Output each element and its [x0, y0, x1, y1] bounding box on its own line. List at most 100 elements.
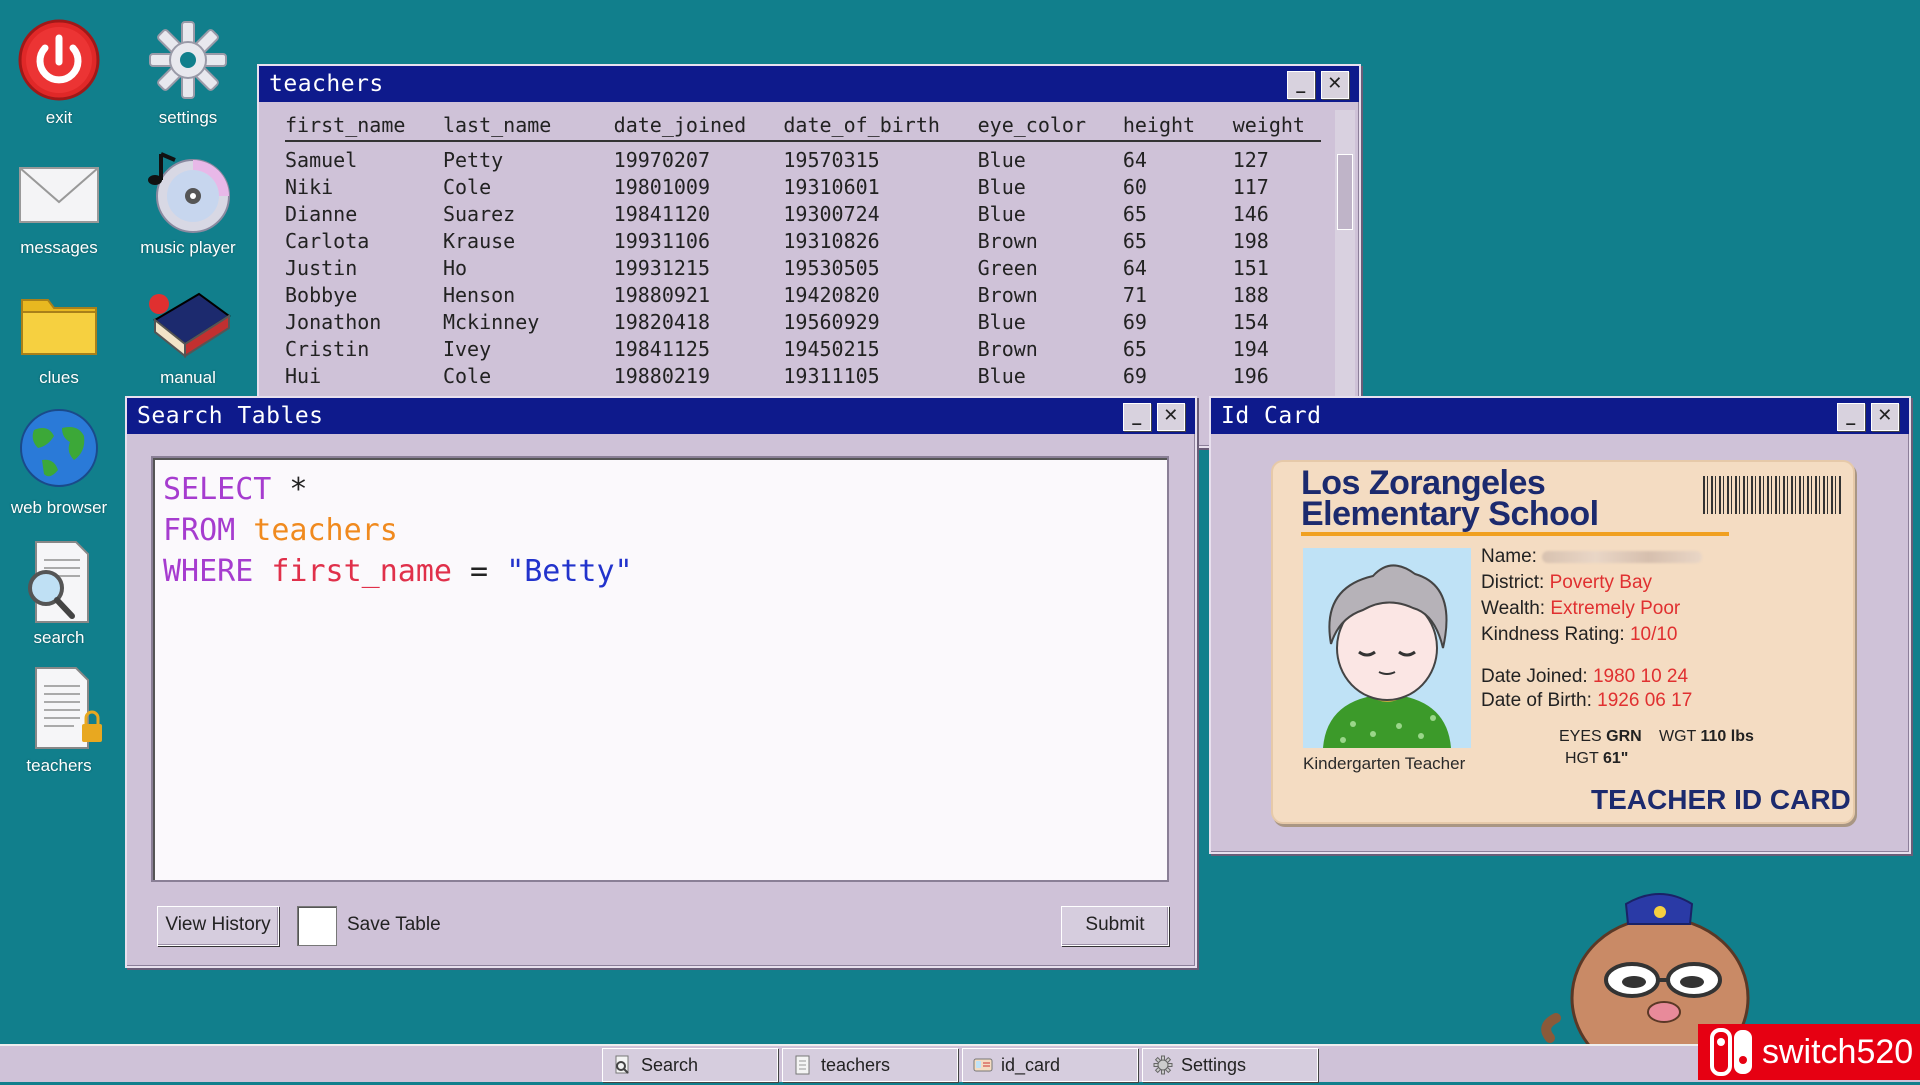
eyes-value: GRN	[1606, 728, 1642, 745]
desktop-icon-web-browser[interactable]: web browser	[0, 406, 124, 518]
minimize-button[interactable]: _	[1287, 71, 1315, 99]
table-row[interactable]: Justin Ho 19931215 19530505 Green 64 151	[285, 254, 1321, 281]
column-header[interactable]: last_name	[443, 113, 614, 137]
desktop-icon-manual[interactable]: manual	[123, 276, 253, 388]
column-header[interactable]: first_name	[285, 113, 443, 137]
close-button[interactable]: ✕	[1321, 71, 1349, 99]
teacher-role: Kindergarten Teacher	[1303, 754, 1466, 773]
teachers-window[interactable]: teachers _ ✕ first_name last_name date_j…	[257, 64, 1361, 448]
table-cell: Green	[977, 255, 1038, 280]
table-cell: 19801009	[613, 174, 710, 199]
close-button[interactable]: ✕	[1871, 403, 1899, 431]
table-cell: 65	[1122, 228, 1147, 253]
name-label: Name:	[1481, 546, 1537, 567]
minimize-button[interactable]: _	[1837, 403, 1865, 431]
window-title: teachers	[269, 71, 384, 97]
table-cell: 64	[1122, 255, 1147, 280]
save-table-checkbox[interactable]	[297, 906, 337, 946]
table-cell: Samuel	[285, 147, 358, 172]
table-cell: Justin	[285, 255, 358, 280]
desktop-icon-music-player[interactable]: music player	[123, 146, 253, 258]
scrollbar-thumb[interactable]	[1337, 154, 1353, 230]
table-cell: 19570315	[783, 147, 880, 172]
column-header[interactable]: weight	[1233, 113, 1321, 137]
title-bar[interactable]: Search Tables _ ✕	[127, 398, 1195, 434]
table-row[interactable]: Cristin Ivey 19841125 19450215 Brown 65 194	[285, 335, 1321, 362]
search-document-icon	[14, 536, 104, 626]
weight-field: WGT 110 lbs	[1659, 728, 1754, 746]
submit-button[interactable]: Submit	[1061, 906, 1169, 946]
minimize-button[interactable]: _	[1123, 403, 1151, 431]
cd-music-icon	[143, 146, 233, 236]
watermark-text: switch520	[1762, 1033, 1914, 1071]
table-row[interactable]: Niki Cole 19801009 19310601 Blue 60 117	[285, 173, 1321, 200]
table-cell: Brown	[977, 336, 1038, 361]
taskbar-item-id-card[interactable]: id_card	[962, 1048, 1138, 1082]
desktop-icon-label: web browser	[10, 498, 108, 517]
table-cell: 69	[1122, 363, 1147, 388]
id-card-window[interactable]: Id Card _ ✕ Los Zorangeles Elementary Sc…	[1209, 396, 1911, 854]
taskbar-item-search[interactable]: Search	[602, 1048, 778, 1082]
table-cell: 19931215	[613, 255, 710, 280]
taskbar-item-teachers[interactable]: teachers	[782, 1048, 958, 1082]
table-row[interactable]: Bobbye Henson 19880921 19420820 Brown 71 188	[285, 281, 1321, 308]
sql-query-editor[interactable]: SELECT * FROM teachers WHERE first_name …	[151, 456, 1169, 882]
title-bar[interactable]: Id Card _ ✕	[1211, 398, 1909, 434]
desktop-icon-teachers[interactable]: teachers	[0, 664, 124, 776]
column-header[interactable]: eye_color	[978, 113, 1123, 137]
desktop-icon-clues[interactable]: clues	[0, 276, 124, 388]
district-field: District: Poverty Bay	[1481, 572, 1652, 594]
globe-icon	[14, 406, 104, 496]
view-history-button[interactable]: View History	[157, 906, 279, 946]
table-cell: 19970207	[613, 147, 710, 172]
table-row[interactable]: Carlota Krause 19931106 19310826 Brown 65 198	[285, 227, 1321, 254]
date-joined-value: 1980 10 24	[1592, 666, 1689, 687]
table-cell: Mckinney	[442, 309, 540, 334]
search-tables-window[interactable]: Search Tables _ ✕ SELECT * FROM teachers…	[125, 396, 1197, 968]
taskbar-item-settings[interactable]: Settings	[1142, 1048, 1318, 1082]
column-header[interactable]: date_of_birth	[783, 113, 977, 137]
table-cell: 196	[1232, 363, 1269, 388]
taskbar-item-label: teachers	[821, 1055, 891, 1075]
weight-label: WGT	[1659, 728, 1697, 745]
table-row[interactable]: Dianne Suarez 19841120 19300724 Blue 65 146	[285, 200, 1321, 227]
table-cell: Cole	[442, 174, 492, 199]
title-bar[interactable]: teachers _ ✕	[259, 66, 1359, 102]
taskbar-item-label: Search	[641, 1055, 699, 1075]
card-type-label: TEACHER ID CARD	[1591, 784, 1851, 815]
table-cell: 19300724	[783, 201, 880, 226]
table-cell: 151	[1232, 255, 1269, 280]
desktop-icon-search[interactable]: search	[0, 536, 124, 648]
table-cell: 146	[1232, 201, 1269, 226]
table-cell: 65	[1122, 201, 1147, 226]
table-row[interactable]: Jonathon Mckinney 19820418 19560929 Blue 69 15…	[285, 308, 1321, 335]
table-cell: Blue	[977, 174, 1026, 199]
gear-icon	[1153, 1053, 1173, 1075]
desktop-icon-label: exit	[45, 108, 73, 127]
desktop-icon-label: music player	[140, 238, 236, 257]
weight-value: 110 lbs	[1700, 728, 1754, 745]
desktop-icon-exit[interactable]: exit	[0, 16, 124, 128]
desktop-icon-label: search	[33, 628, 85, 647]
id-card-icon	[973, 1053, 993, 1073]
search-icon	[613, 1053, 633, 1074]
table-cell: Ivey	[442, 336, 492, 361]
book-icon	[143, 276, 233, 366]
table-cell: 19841125	[613, 336, 710, 361]
table-row[interactable]: Samuel Petty 19970207 19570315 Blue 64 127	[285, 146, 1321, 173]
height-field: HGT 61"	[1565, 750, 1628, 768]
table-cell: 19311105	[783, 363, 880, 388]
desktop-icon-messages[interactable]: messages	[0, 146, 124, 258]
desktop-icon-settings[interactable]: settings	[123, 16, 253, 128]
watermark-logo: switch520	[1698, 1024, 1920, 1080]
column-header[interactable]: height	[1123, 113, 1233, 137]
table-row[interactable]: Hui Cole 19880219 19311105 Blue 69 196	[285, 362, 1321, 389]
date-joined-label: Date Joined:	[1481, 666, 1588, 687]
close-button[interactable]: ✕	[1157, 403, 1185, 431]
table-cell: Cole	[442, 363, 492, 388]
taskbar-item-label: id_card	[1001, 1055, 1061, 1075]
column-header[interactable]: date_joined	[614, 113, 784, 137]
teacher-photo	[1303, 548, 1471, 748]
barcode-icon	[1703, 476, 1843, 514]
envelope-icon	[14, 146, 104, 236]
